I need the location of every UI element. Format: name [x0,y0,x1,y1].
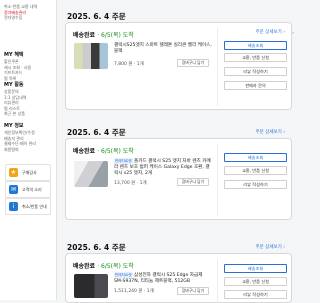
exchange-return-button[interactable]: 교환, 반품 신청 [224,277,287,286]
track-shipment-button[interactable]: 배송조회 [224,264,287,273]
product-name[interactable]: 갤럭시S25엣지 스마트 텔레톤 실리콘 젤리 케이스, 블랙 [114,43,212,55]
sidebar-group-benefits: MY 혜택 할인쿠폰 캐시 조회 · 사용 기프트카드 찜 목록 [4,52,31,81]
add-to-cart-button[interactable]: 장바구니 담기 [177,59,209,67]
product-price: 13,700 원 · 1개 [114,181,147,186]
write-review-button[interactable]: 리뷰 작성하기 [224,180,287,189]
order-detail-link[interactable]: 주문 상세보기 › [256,29,286,35]
track-shipment-button[interactable]: 배송조회 [224,153,287,162]
chat-icon: ✉ [9,185,18,194]
product-price: 1,511,240 원 · 1개 [114,289,154,294]
product-price: 7,800 원 · 1개 [114,62,144,67]
sidebar-group-title: MY 정보 [4,123,24,129]
sidebar-group-title: MY 활동 [4,82,24,88]
delivery-date: · 6/5(목) 도착 [97,263,134,270]
product-thumbnail[interactable] [74,274,108,298]
delivery-status: 배송완료 · 6/5(목) 도착 [73,30,134,39]
sidebar-group-info: MY 정보 개인정보확인/수정 배송지 관리 결제수단·페이 관리 회원탈퇴 [4,123,36,152]
quick-menu-gift[interactable]: ★ 구매감사 [5,164,51,181]
delivery-date: · 6/5(목) 도착 [97,32,134,39]
add-to-cart-button[interactable]: 장바구니 담기 [177,287,209,295]
sidebar-item[interactable]: 개인정보확인/수정 [4,130,36,136]
delivery-date: · 6/5(목) 도착 [97,148,134,155]
contact-seller-button[interactable]: 판매자 문의 [224,81,287,90]
order-card: 배송완료 · 6/5(목) 도착 주문 상세보기 › 판매자로켓 폴카드 갤럭시… [65,130,292,220]
order-date: 2025. 6. 4 주문 [67,243,126,252]
sidebar-item[interactable]: 전자영수증 [4,15,37,21]
info-icon: i [9,202,18,211]
track-shipment-button[interactable]: 배송조회 [224,41,287,50]
sidebar-group-title: MY 혜택 [4,52,24,58]
exchange-return-button[interactable]: 교환, 반품 신청 [224,166,287,175]
status-label: 배송완료 [73,263,96,270]
rocket-badge: 판매자로켓 [114,158,133,165]
status-label: 배송완료 [73,148,96,155]
sidebar-item[interactable]: 찜 목록 [4,76,31,82]
order-card: 배송완료 · 6/5(목) 도착 주문 상세보기 › 판매자로켓 삼성전자 갤럭… [65,245,292,303]
sidebar-item[interactable]: 결제수단·페이 관리 [4,141,36,147]
product-thumbnail[interactable] [74,161,108,187]
write-review-button[interactable]: 리뷰 작성하기 [224,290,287,299]
exchange-return-button[interactable]: 교환, 반품 신청 [224,53,287,62]
product-name[interactable]: 판매자로켓 폴카드 갤럭시 S25 엣지 자바 렌즈 카메라 렌즈 보호 범퍼 … [114,158,212,178]
order-detail-link[interactable]: 주문 상세보기 › [256,129,286,135]
sidebar: 취소·반품·교환 내역 정기배송관리 전자영수증 MY 혜택 할인쿠폰 캐시 조… [0,0,57,300]
sidebar-item[interactable]: 회원탈퇴 [4,147,36,153]
order-date: 2025. 6. 4 주문 [67,128,126,137]
write-review-button[interactable]: 리뷰 작성하기 [224,67,287,76]
divider [217,144,218,216]
quick-menu-feedback[interactable]: ✉ 고객의 소리 [5,181,51,198]
rocket-badge: 판매자로켓 [114,272,133,279]
divider [217,28,218,106]
sidebar-item[interactable]: 취소·반품·교환 내역 [4,4,37,10]
order-card: 배송완료 · 6/5(목) 도착 주문 상세보기 › 갤럭시S25엣지 스마트 … [65,22,292,110]
sidebar-top-group: 취소·반품·교환 내역 정기배송관리 전자영수증 [4,4,37,21]
quick-menu-label: 취소/반품 안내 [22,204,47,209]
sidebar-group-activity: MY 활동 상품문의 1:1 상담내역 리뷰관리 찜 리스트 최근 본 상품 [4,82,26,117]
delivery-status: 배송완료 · 6/5(목) 도착 [73,261,134,270]
divider [217,259,218,303]
quick-menu-return-guide[interactable]: i 취소/반품 안내 [5,198,51,215]
product-thumbnail[interactable] [74,43,108,69]
gift-icon: ★ [9,168,18,177]
quick-menu-label: 구매감사 [22,170,37,175]
quick-menu-label: 고객의 소리 [22,187,42,192]
order-date: 2025. 6. 4 주문 [67,12,126,21]
add-to-cart-button[interactable]: 장바구니 담기 [177,178,209,186]
order-detail-link[interactable]: 주문 상세보기 › [256,244,286,250]
delivery-status: 배송완료 · 6/5(목) 도착 [73,146,134,155]
product-name[interactable]: 판매자로켓 삼성전자 갤럭시 S25 Edge 자급제 SM-S937N, 티타… [114,272,212,285]
status-label: 배송완료 [73,32,96,39]
sidebar-item[interactable]: 최근 본 상품 [4,111,26,117]
